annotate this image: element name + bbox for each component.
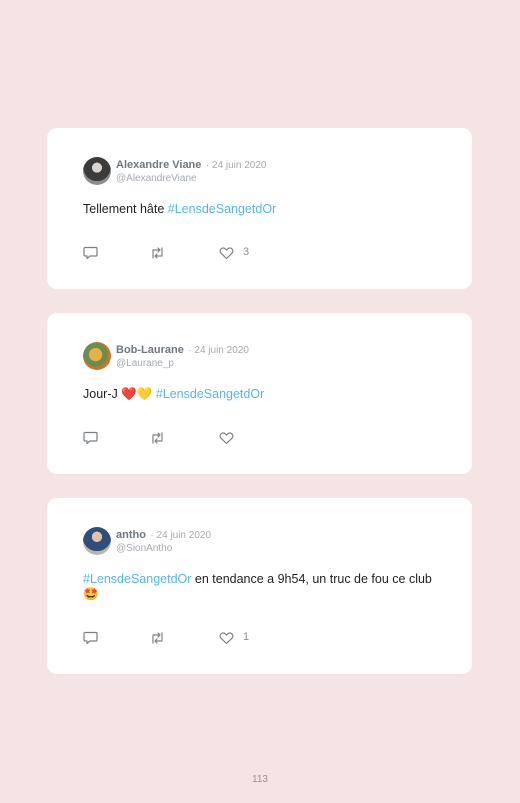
tweet-date: · 24 juin 2020	[150, 530, 212, 541]
tweet-card[interactable]: antho · 24 juin 2020 @SionAntho #LensdeS…	[47, 498, 472, 674]
reply-button[interactable]	[83, 430, 99, 446]
author-name[interactable]: Alexandre Viane	[116, 159, 201, 171]
tweet-actions: 1	[83, 630, 283, 646]
author-handle[interactable]: @SionAntho	[116, 542, 211, 555]
like-count: 3	[243, 246, 250, 258]
author-handle[interactable]: @Laurane_p	[116, 357, 249, 370]
retweet-button[interactable]	[149, 630, 167, 646]
tweet-actions	[83, 430, 283, 446]
tweet-text: #LensdeSangetdOr en tendance a 9h54, un …	[83, 572, 443, 602]
like-button[interactable]: 1	[219, 630, 259, 646]
tweet-header: Bob-Laurane · 24 juin 2020 @Laurane_p	[116, 342, 249, 370]
retweet-icon	[152, 247, 163, 259]
retweet-button[interactable]	[149, 245, 167, 261]
tweet-text-before: Tellement hâte	[83, 202, 168, 216]
tweet-card[interactable]: Alexandre Viane · 24 juin 2020 @Alexandr…	[47, 128, 472, 289]
tweet-text-before: Jour-J ❤️💛	[83, 387, 156, 401]
retweet-icon	[152, 432, 163, 444]
heart-icon	[219, 432, 234, 445]
avatar[interactable]	[83, 342, 111, 370]
hashtag-link[interactable]: #LensdeSangetdOr	[168, 202, 276, 216]
retweet-button[interactable]	[149, 430, 167, 446]
like-button[interactable]	[219, 430, 259, 446]
retweet-icon	[152, 632, 163, 644]
author-name[interactable]: Bob-Laurane	[116, 344, 184, 356]
tweet-text: Jour-J ❤️💛 #LensdeSangetdOr	[83, 387, 443, 402]
avatar[interactable]	[83, 157, 111, 185]
author-handle[interactable]: @AlexandreViane	[116, 172, 266, 185]
tweet-card[interactable]: Bob-Laurane · 24 juin 2020 @Laurane_p Jo…	[47, 313, 472, 474]
tweet-header: Alexandre Viane · 24 juin 2020 @Alexandr…	[116, 157, 266, 185]
author-name[interactable]: antho	[116, 529, 146, 541]
tweet-date: · 24 juin 2020	[188, 345, 249, 356]
like-button[interactable]: 3	[219, 245, 259, 261]
avatar[interactable]	[83, 527, 111, 555]
hashtag-link[interactable]: #LensdeSangetdOr	[156, 387, 264, 401]
page-number: 113	[252, 774, 268, 785]
reply-icon	[83, 631, 98, 645]
reply-icon	[83, 246, 98, 260]
tweet-text: Tellement hâte #LensdeSangetdOr	[83, 202, 443, 217]
tweet-actions: 3	[83, 245, 283, 261]
reply-button[interactable]	[83, 245, 99, 261]
tweet-header: antho · 24 juin 2020 @SionAntho	[116, 527, 211, 555]
heart-icon	[219, 247, 234, 260]
like-count: 1	[243, 631, 250, 643]
reply-button[interactable]	[83, 630, 99, 646]
reply-icon	[83, 431, 98, 445]
tweet-date: · 24 juin 2020	[205, 160, 267, 171]
hashtag-link[interactable]: #LensdeSangetdOr	[83, 572, 191, 586]
heart-icon	[219, 632, 234, 645]
